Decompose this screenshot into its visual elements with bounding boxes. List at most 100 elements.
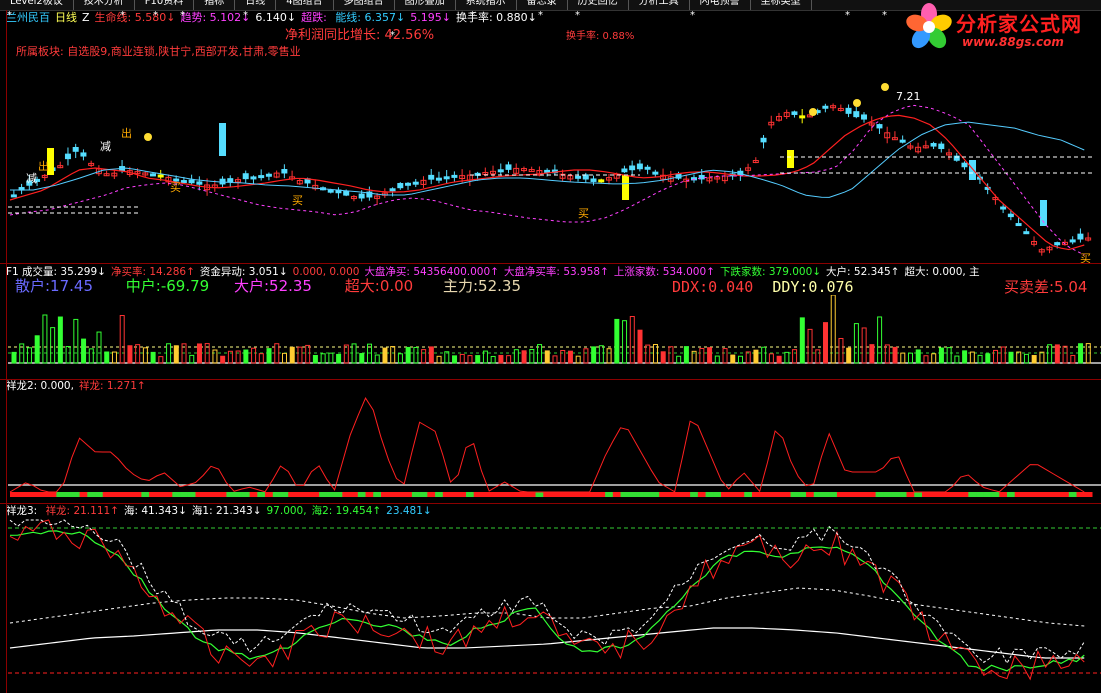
candle-body (787, 150, 794, 168)
volume-bar (846, 347, 852, 364)
volume-bar (390, 346, 396, 364)
volume-bar (583, 348, 589, 364)
state-bar (118, 492, 127, 497)
volume-bar (807, 328, 813, 364)
volume-bar (714, 355, 720, 364)
volume-bar (660, 351, 666, 364)
candle-body (760, 137, 767, 143)
xianglong2-indicator: 祥龙2: 0.000, (6, 380, 74, 392)
candle-body (1054, 242, 1061, 246)
volume-bar (266, 348, 272, 364)
candle-body (876, 124, 883, 129)
state-bar (10, 492, 19, 497)
volume-bar (258, 353, 264, 364)
state-bar (419, 492, 428, 497)
volume-bar (212, 349, 218, 364)
candle-body (636, 163, 643, 170)
volume-bar (722, 348, 728, 364)
state-bar (180, 492, 189, 497)
candle-body (791, 111, 798, 115)
xianglong3-indicator: 祥龙: 21.111↑ (45, 505, 119, 517)
volume-bar (861, 327, 867, 364)
candle-body (598, 179, 605, 183)
volume-bar (312, 354, 318, 364)
candle-body (180, 180, 187, 184)
state-bar (350, 492, 359, 497)
state-bar (999, 492, 1008, 497)
state-bar (125, 492, 135, 497)
candle-body (621, 168, 628, 173)
state-bar (342, 492, 351, 497)
volume-chart[interactable] (0, 295, 1101, 380)
volume-bar (884, 344, 890, 364)
candle-body (405, 182, 412, 186)
state-bar (110, 492, 119, 497)
volume-bar (336, 353, 342, 364)
candle-body (590, 178, 597, 182)
volume-bar (892, 346, 898, 364)
volume-bar (768, 353, 774, 364)
signal-dot (809, 108, 817, 116)
volume-bar (954, 355, 960, 364)
state-bar (991, 492, 1000, 497)
candle-body (343, 190, 350, 196)
state-bar (844, 492, 853, 497)
state-bar (95, 492, 104, 497)
volume-bar (11, 351, 17, 364)
state-bar (759, 492, 768, 497)
state-bar (527, 492, 537, 497)
price-chart[interactable]: 减出减出买买买买7.21* * * * *** * * * * * (0, 0, 1101, 265)
state-bar (64, 492, 73, 497)
chaoda-value: 超大:0.00 (344, 277, 414, 295)
volume-bar (1039, 351, 1045, 364)
signal-dot (144, 133, 152, 141)
volume-bar (683, 346, 689, 364)
state-bar (326, 492, 336, 497)
state-bar (257, 492, 266, 497)
volume-bar (753, 349, 759, 364)
state-bar (489, 492, 498, 497)
marker-star: * (180, 10, 185, 21)
state-bar (976, 492, 985, 497)
candle-body (258, 175, 265, 179)
state-bar (744, 492, 753, 497)
volume-bar (328, 352, 334, 364)
volume-bar (359, 353, 365, 364)
xianglong3-indicator: 23.481↓ (386, 505, 432, 517)
state-bar (210, 492, 220, 497)
volume-bar (915, 349, 921, 364)
volume-bar (938, 347, 944, 364)
volume-bar (606, 348, 612, 364)
volume-bar (629, 316, 635, 364)
state-bar (960, 492, 969, 497)
candle-body (10, 194, 17, 198)
state-bar (458, 492, 467, 497)
xianglong3-chart[interactable] (0, 518, 1101, 693)
xianglong2-chart[interactable] (0, 392, 1101, 502)
state-bar (605, 492, 614, 497)
volume-bar (413, 346, 419, 364)
candle-body (149, 173, 156, 177)
state-bar (504, 492, 513, 497)
state-bar (767, 492, 776, 497)
state-bar (836, 492, 846, 497)
state-bar (87, 492, 96, 497)
state-bar (388, 492, 397, 497)
volume-bar (544, 350, 550, 364)
state-bar (775, 492, 784, 497)
state-bar (581, 492, 591, 497)
volume-bar (637, 329, 643, 364)
sanhu-value: 散户:17.45 (15, 277, 93, 295)
state-bar (821, 492, 830, 497)
state-bar (891, 492, 900, 497)
state-bar (496, 492, 506, 497)
candle-body (575, 175, 582, 179)
state-bar (674, 492, 683, 497)
candle-body (80, 152, 87, 157)
state-bar (280, 492, 289, 497)
candle-body (389, 188, 396, 192)
state-bar (875, 492, 884, 497)
candle-body (853, 111, 860, 118)
state-bar (512, 492, 521, 497)
volume-bar (776, 355, 782, 364)
